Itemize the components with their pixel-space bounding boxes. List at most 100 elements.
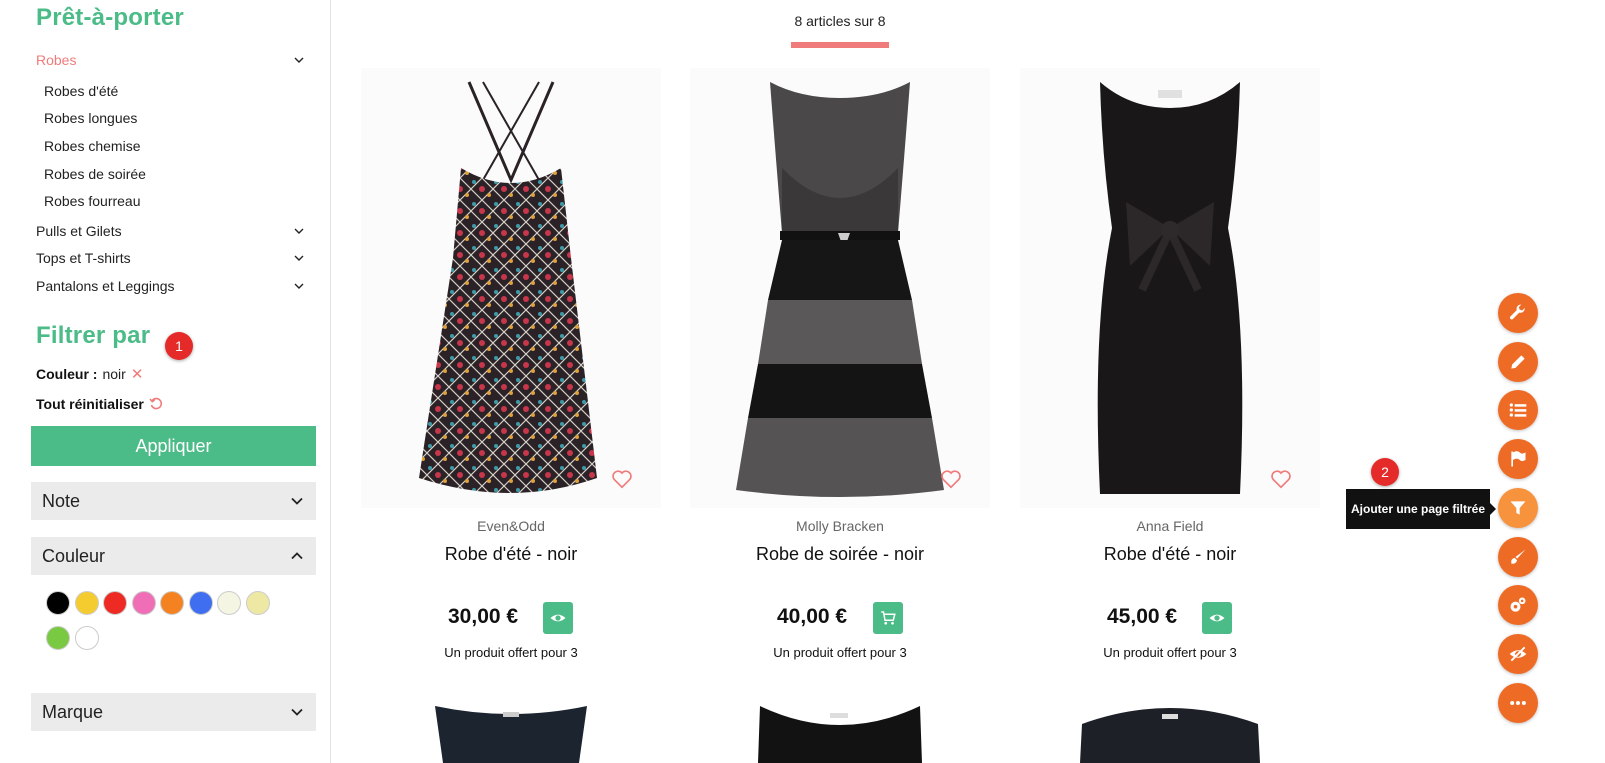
filter-value: noir [102,366,126,382]
category-pulls[interactable]: Pulls et Gilets [36,221,306,241]
reset-label: Tout réinitialiser [36,396,144,412]
reset-all[interactable]: Tout réinitialiser [36,394,163,414]
product-card[interactable]: Molly Bracken Robe de soirée - noir 40,0… [690,68,990,668]
chevron-down-icon[interactable] [292,224,306,238]
product-image[interactable] [690,68,990,508]
flag-button[interactable] [1498,439,1538,479]
results-count: 8 articles sur 8 [794,13,886,29]
accordion-label: Couleur [42,545,106,566]
product-promo: Un produit offert pour 3 [773,645,907,660]
filter-title: Filtrer par [36,322,151,349]
accordion-marque[interactable]: Marque [31,693,316,731]
accordion-label: Note [42,490,81,511]
category-label: Robes [36,52,77,68]
accordion-couleur[interactable]: Couleur [31,537,316,575]
settings-button[interactable] [1498,585,1538,625]
chevron-up-icon [291,552,303,560]
eye-button[interactable] [1202,602,1232,634]
heart-icon[interactable] [1270,468,1292,490]
color-swatch[interactable] [131,591,156,615]
accordion-note[interactable]: Note [31,482,316,520]
subcategory-robes-ete[interactable]: Robes d'été [44,81,118,101]
color-swatch[interactable] [245,591,270,615]
remove-filter-icon[interactable]: ✕ [131,365,144,383]
product-promo: Un produit offert pour 3 [444,645,578,660]
product-brand: Anna Field [1136,518,1204,534]
sidebar: Prêt-à-porter Robes Robes d'été Robes lo… [0,0,331,763]
product-price: 40,00 € [777,605,848,628]
flag-icon [1511,451,1526,467]
product-image[interactable] [1020,68,1320,508]
category-label: Tops et T-shirts [36,250,131,266]
annotation-badge-2: 2 [1371,458,1399,486]
section-title: Prêt-à-porter [36,4,184,31]
chevron-down-icon [291,497,303,505]
color-swatch[interactable] [74,626,99,650]
add-to-cart-button[interactable] [873,602,903,634]
color-swatch[interactable] [46,626,70,650]
list-icon [1509,403,1527,417]
color-swatch[interactable] [74,591,99,615]
product-price: 45,00 € [1107,605,1178,628]
color-swatch[interactable] [103,591,127,615]
reset-icon[interactable] [149,397,163,411]
category-pantalons[interactable]: Pantalons et Leggings [36,276,306,296]
color-swatch[interactable] [188,591,213,615]
category-label: Pantalons et Leggings [36,278,175,294]
accordion-label: Marque [42,701,104,722]
color-swatch[interactable] [46,591,70,615]
product-card[interactable]: Even&Odd Robe d'été - noir 30,00 € Un pr… [361,68,661,668]
chevron-down-icon[interactable] [292,279,306,293]
category-tops[interactable]: Tops et T-shirts [36,248,306,268]
subcategory-robes-chemise[interactable]: Robes chemise [44,136,141,156]
more-icon [1510,701,1526,705]
apply-button[interactable]: Appliquer [31,426,316,466]
list-button[interactable] [1498,390,1538,430]
category-label: Pulls et Gilets [36,223,122,239]
subcategory-robes-fourreau[interactable]: Robes fourreau [44,191,141,211]
tools-button[interactable] [1498,293,1538,333]
product-image[interactable] [1020,700,1320,763]
chevron-down-icon [291,708,303,716]
heart-icon[interactable] [611,468,633,490]
product-promo: Un produit offert pour 3 [1103,645,1237,660]
filter-label: Couleur : [36,366,98,382]
edit-button[interactable] [1498,342,1538,382]
product-name[interactable]: Robe d'été - noir [361,544,661,565]
chevron-down-icon[interactable] [292,251,306,265]
design-button[interactable] [1498,537,1538,577]
wrench-icon [1509,304,1525,320]
category-robes[interactable]: Robes [36,50,306,70]
visibility-button[interactable] [1498,634,1538,674]
cart-icon [881,611,896,625]
gears-icon [1510,597,1526,612]
color-swatch[interactable] [217,591,241,615]
eye-button[interactable] [543,602,573,634]
eye-icon [550,614,566,622]
eye-icon [1209,614,1225,622]
product-card[interactable] [361,700,661,763]
product-card[interactable] [690,700,990,763]
active-filter: Couleur : noir ✕ [36,364,143,384]
product-image[interactable] [361,700,661,763]
subcategory-robes-soiree[interactable]: Robes de soirée [44,164,146,184]
color-swatch[interactable] [160,591,184,615]
heart-icon[interactable] [940,468,962,490]
annotation-badge-1: 1 [165,332,193,360]
subcategory-robes-longues[interactable]: Robes longues [44,108,137,128]
chevron-down-icon[interactable] [292,53,306,67]
more-button[interactable] [1498,683,1538,723]
product-image[interactable] [690,700,990,763]
product-name[interactable]: Robe de soirée - noir [690,544,990,565]
product-brand: Molly Bracken [796,518,884,534]
product-price: 30,00 € [448,605,519,628]
product-brand: Even&Odd [477,518,545,534]
product-card[interactable] [1020,700,1320,763]
product-card[interactable]: Anna Field Robe d'été - noir 45,00 € Un … [1020,68,1320,668]
pencil-icon [1511,355,1525,369]
add-filtered-page-button[interactable] [1498,488,1538,528]
results-count-underline [791,42,889,48]
brush-icon [1511,549,1526,564]
product-name[interactable]: Robe d'été - noir [1020,544,1320,565]
product-image[interactable] [361,68,661,508]
